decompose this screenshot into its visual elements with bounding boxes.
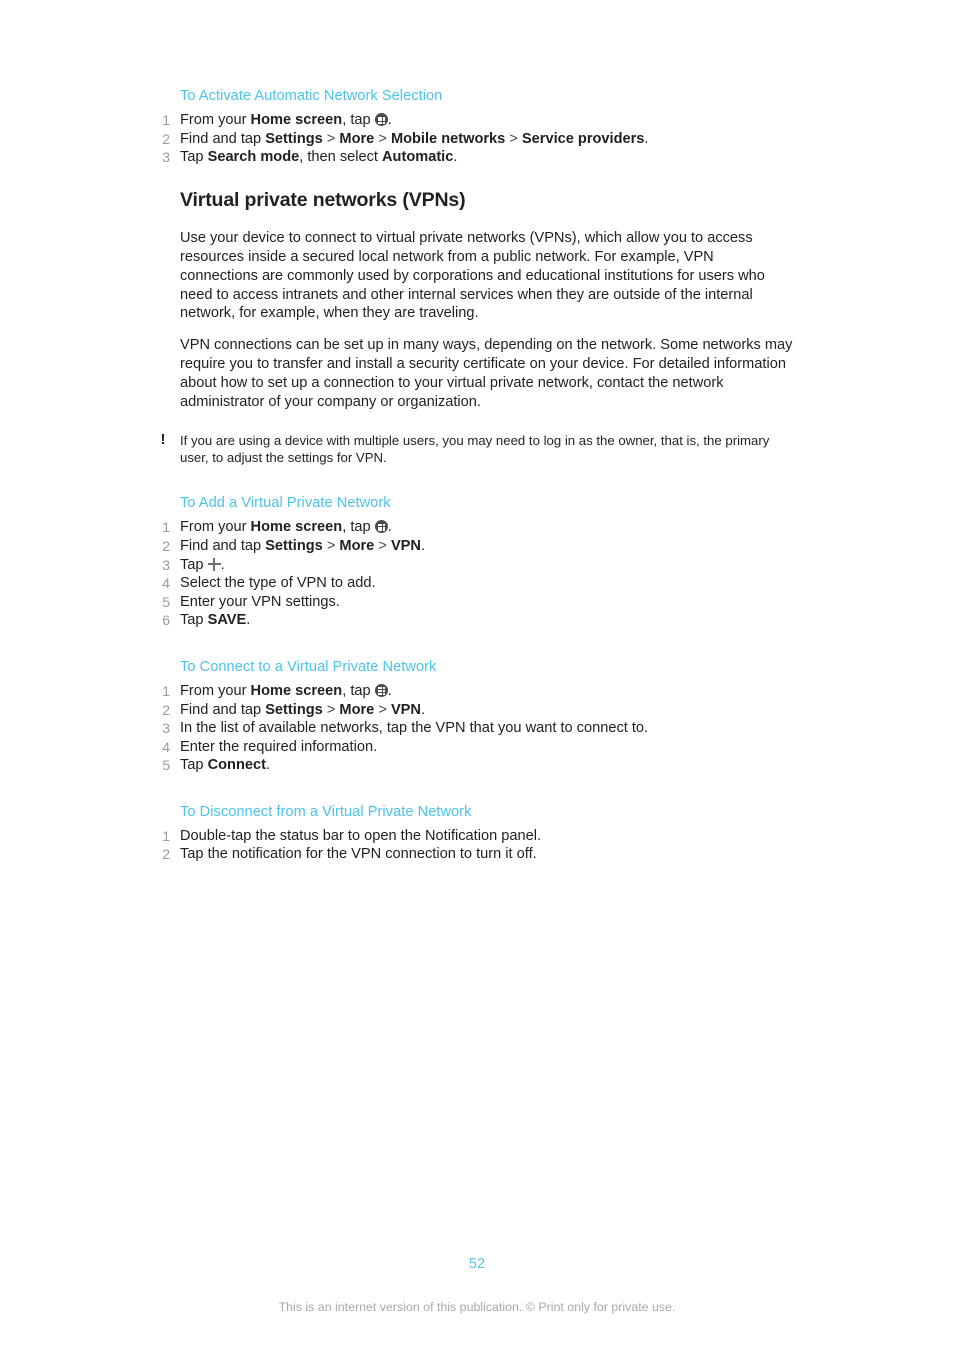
step-text: . [644, 130, 649, 147]
step-text: Enter the required information. [180, 738, 378, 755]
emphasis-text: Connect [207, 757, 266, 774]
emphasis-text: VPN [390, 537, 421, 554]
list-item: Find and tap Settings > More > Mobile ne… [156, 130, 794, 149]
page-number: 52 [468, 1256, 486, 1272]
emphasis-text: Search mode [207, 149, 300, 166]
emphasis-text: Settings [265, 537, 323, 554]
list-item: From your Home screen, tap . [156, 518, 794, 537]
footer-copyright-note: This is an internet version of this publ… [278, 1300, 676, 1314]
list-item: From your Home screen, tap . [156, 682, 794, 701]
list-item: From your Home screen, tap . [156, 111, 794, 130]
menu-separator: > [374, 537, 391, 554]
exclamation-icon: ! [160, 430, 166, 448]
menu-separator: > [322, 537, 340, 554]
emphasis-text: Settings [265, 130, 323, 147]
step-text: Tap the notification for the VPN connect… [180, 846, 537, 863]
emphasis-text: Settings [265, 701, 323, 718]
list-item: Select the type of VPN to add. [156, 574, 794, 593]
step-text: , then select [299, 149, 382, 166]
step-text: . [265, 757, 271, 774]
section-heading-disconnect-from-a-virtual-private-network: To Disconnect from a Virtual Private Net… [180, 803, 472, 820]
intro-paragraph-1: Use your device to connect to virtual pr… [180, 229, 765, 322]
emphasis-text: Automatic [382, 149, 454, 166]
step-text: , tap [342, 519, 375, 536]
menu-separator: > [322, 701, 340, 718]
step-text: Tap [180, 757, 208, 774]
menu-separator: > [322, 130, 340, 147]
menu-separator: > [505, 130, 522, 147]
emphasis-text: Service providers [521, 130, 645, 147]
app-drawer-icon [374, 520, 388, 534]
list-item: Tap Connect. [156, 756, 794, 775]
plus-icon [207, 557, 221, 571]
step-text: From your [180, 682, 251, 699]
list-item: Double-tap the status bar to open the No… [156, 827, 794, 846]
list-item: Tap SAVE. [156, 611, 794, 630]
section-heading-activate-automatic-network-selection: To Activate Automatic Network Selection [180, 88, 443, 104]
emphasis-text: More [339, 701, 375, 718]
section-heading-add-a-virtual-private-network: To Add a Virtual Private Network [180, 495, 391, 512]
step-text: Enter your VPN settings. [180, 593, 340, 610]
step-text: , tap [342, 682, 375, 699]
step-text: Find and tap [180, 130, 266, 147]
list-item: Enter your VPN settings. [156, 593, 794, 612]
list-item: Enter the required information. [156, 738, 794, 757]
step-text: Find and tap [180, 537, 266, 554]
step-text: . [453, 149, 458, 166]
step-text: . [220, 556, 225, 573]
step-text: Select the type of VPN to add. [180, 575, 376, 592]
steps-add-a-virtual-private-network: From your Home screen, tap . Find and tap… [156, 518, 794, 630]
page-title: Virtual private networks (VPNs) [180, 188, 466, 211]
emphasis-text: Home screen [250, 112, 343, 128]
step-text: Tap [180, 612, 208, 629]
emphasis-text: VPN [390, 701, 421, 718]
emphasis-text: More [339, 537, 375, 554]
step-text: . [387, 682, 392, 699]
menu-separator: > [374, 130, 391, 147]
steps-disconnect-from-a-virtual-private-network: Double-tap the status bar to open the No… [156, 827, 794, 864]
list-item: Tap Search mode, then select Automatic. [156, 148, 794, 167]
step-text: Tap [180, 556, 208, 573]
list-item: Find and tap Settings > More > VPN. [156, 537, 794, 556]
step-text: . [420, 701, 426, 718]
step-text: . [246, 612, 251, 629]
step-text: From your [180, 112, 251, 128]
emphasis-text: More [339, 130, 375, 147]
section-heading-connect-to-a-virtual-private-network: To Connect to a Virtual Private Network [180, 658, 437, 675]
step-text: . [420, 537, 426, 554]
list-item: Tap . [156, 556, 794, 575]
list-item: Find and tap Settings > More > VPN. [156, 701, 794, 720]
emphasis-text: Mobile networks [390, 130, 506, 147]
step-text: Tap [180, 149, 208, 166]
list-item: Tap the notification for the VPN connect… [156, 845, 794, 864]
step-text: Double-tap the status bar to open the No… [180, 827, 542, 844]
steps-connect-to-a-virtual-private-network: From your Home screen, tap . Find and tap… [156, 682, 794, 775]
emphasis-text: Home screen [250, 519, 343, 536]
emphasis-text: SAVE [207, 612, 247, 629]
step-text: In the list of available networks, tap t… [180, 720, 649, 737]
step-text: . [387, 112, 392, 128]
page-content: To Activate Automatic Network Selection … [156, 86, 794, 864]
intro-paragraph-2: VPN connections can be set up in many wa… [180, 337, 793, 411]
list-item: In the list of available networks, tap t… [156, 719, 794, 738]
emphasis-text: Home screen [250, 682, 343, 699]
menu-separator: > [374, 701, 391, 718]
step-text: From your [180, 519, 251, 536]
document-page: To Activate Automatic Network Selection … [0, 0, 954, 1350]
step-text: Find and tap [180, 701, 266, 718]
app-drawer-icon [374, 683, 388, 697]
note-text: If you are using a device with multiple … [180, 432, 770, 466]
app-drawer-icon [374, 113, 388, 126]
step-text: . [387, 519, 392, 536]
note-block: ! If you are using a device with multipl… [161, 431, 794, 466]
step-text: , tap [342, 112, 375, 128]
steps-activate-automatic-network-selection: From your Home screen, tap . Find and tap… [156, 111, 794, 167]
